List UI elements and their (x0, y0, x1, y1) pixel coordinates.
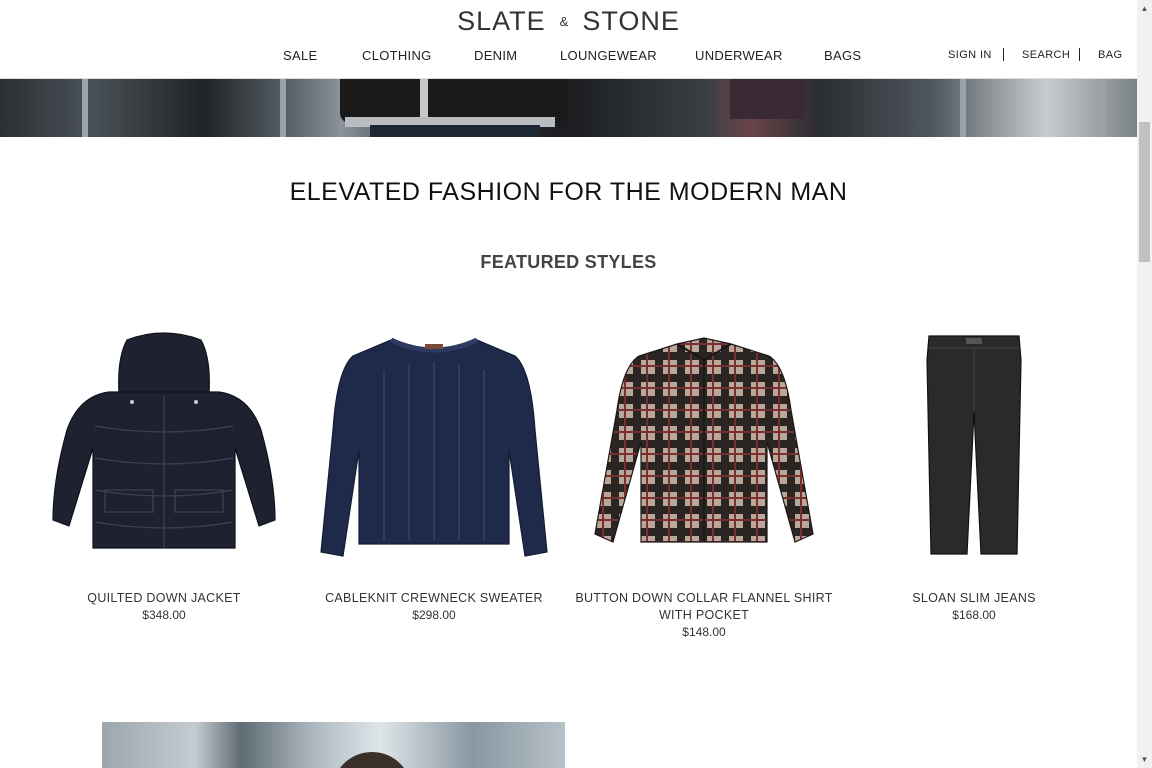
hero-detail (960, 79, 966, 137)
product-card[interactable]: CABLEKNIT CREWNECK SWEATER $298.00 (299, 330, 569, 624)
site-header: SLATE & STONE SALE CLOTHING DENIM LOUNGEWE… (0, 0, 1137, 79)
vertical-scrollbar[interactable]: ▲ ▼ (1137, 0, 1152, 768)
hero-detail (730, 79, 805, 119)
product-card[interactable]: QUILTED DOWN JACKET $348.00 (29, 330, 299, 624)
product-name[interactable]: QUILTED DOWN JACKET (29, 590, 299, 607)
hero-detail (1100, 79, 1106, 137)
search-link[interactable]: SEARCH (1022, 49, 1070, 61)
product-name[interactable]: CABLEKNIT CREWNECK SWEATER (299, 590, 569, 607)
logo-word-slate: SLATE (457, 6, 546, 36)
hero-detail (420, 79, 428, 117)
promo-image[interactable] (102, 722, 565, 768)
featured-styles-title: FEATURED STYLES (480, 252, 657, 272)
nav-sale[interactable]: SALE (283, 48, 317, 63)
flannel-shirt-image[interactable] (589, 330, 819, 562)
nav-clothing[interactable]: CLOTHING (362, 48, 432, 63)
product-price: $168.00 (952, 608, 996, 622)
site-logo[interactable]: SLATE & STONE (0, 6, 1137, 37)
jeans-image[interactable] (859, 330, 1089, 562)
chevron-down-icon[interactable]: ▼ (1137, 751, 1152, 768)
nav-underwear[interactable]: UNDERWEAR (695, 48, 783, 63)
logo-ampersand: & (559, 14, 569, 29)
hero-detail (82, 79, 88, 137)
sign-in-link[interactable]: SIGN IN (948, 49, 992, 61)
logo-word-stone: STONE (582, 6, 680, 36)
product-name[interactable]: BUTTON DOWN COLLAR FLANNEL SHIRT WITH PO… (569, 590, 839, 624)
product-price: $298.00 (412, 608, 456, 622)
page: SLATE & STONE SALE CLOTHING DENIM LOUNGEWE… (0, 0, 1137, 768)
bag-link[interactable]: BAG (1098, 49, 1122, 61)
utility-divider (1003, 48, 1004, 61)
hero-detail (370, 125, 540, 137)
nav-loungewear[interactable]: LOUNGEWEAR (560, 48, 657, 63)
jacket-image[interactable] (49, 330, 279, 562)
scrollbar-thumb[interactable] (1139, 122, 1150, 262)
product-name[interactable]: SLOAN SLIM JEANS (839, 590, 1109, 607)
page-headline: ELEVATED FASHION FOR THE MODERN MAN (289, 178, 848, 206)
hero-banner-image[interactable] (0, 79, 1137, 137)
product-card[interactable]: SLOAN SLIM JEANS $168.00 (839, 330, 1109, 624)
sweater-image[interactable] (319, 330, 549, 562)
nav-bags[interactable]: BAGS (824, 48, 861, 63)
hero-detail (280, 79, 286, 137)
chevron-up-icon[interactable]: ▲ (1137, 0, 1152, 17)
utility-divider (1079, 48, 1080, 61)
nav-denim[interactable]: DENIM (474, 48, 517, 63)
product-price: $348.00 (142, 608, 186, 622)
product-card[interactable]: BUTTON DOWN COLLAR FLANNEL SHIRT WITH PO… (569, 330, 839, 641)
promo-image-detail (332, 752, 412, 768)
product-price: $148.00 (682, 625, 726, 639)
